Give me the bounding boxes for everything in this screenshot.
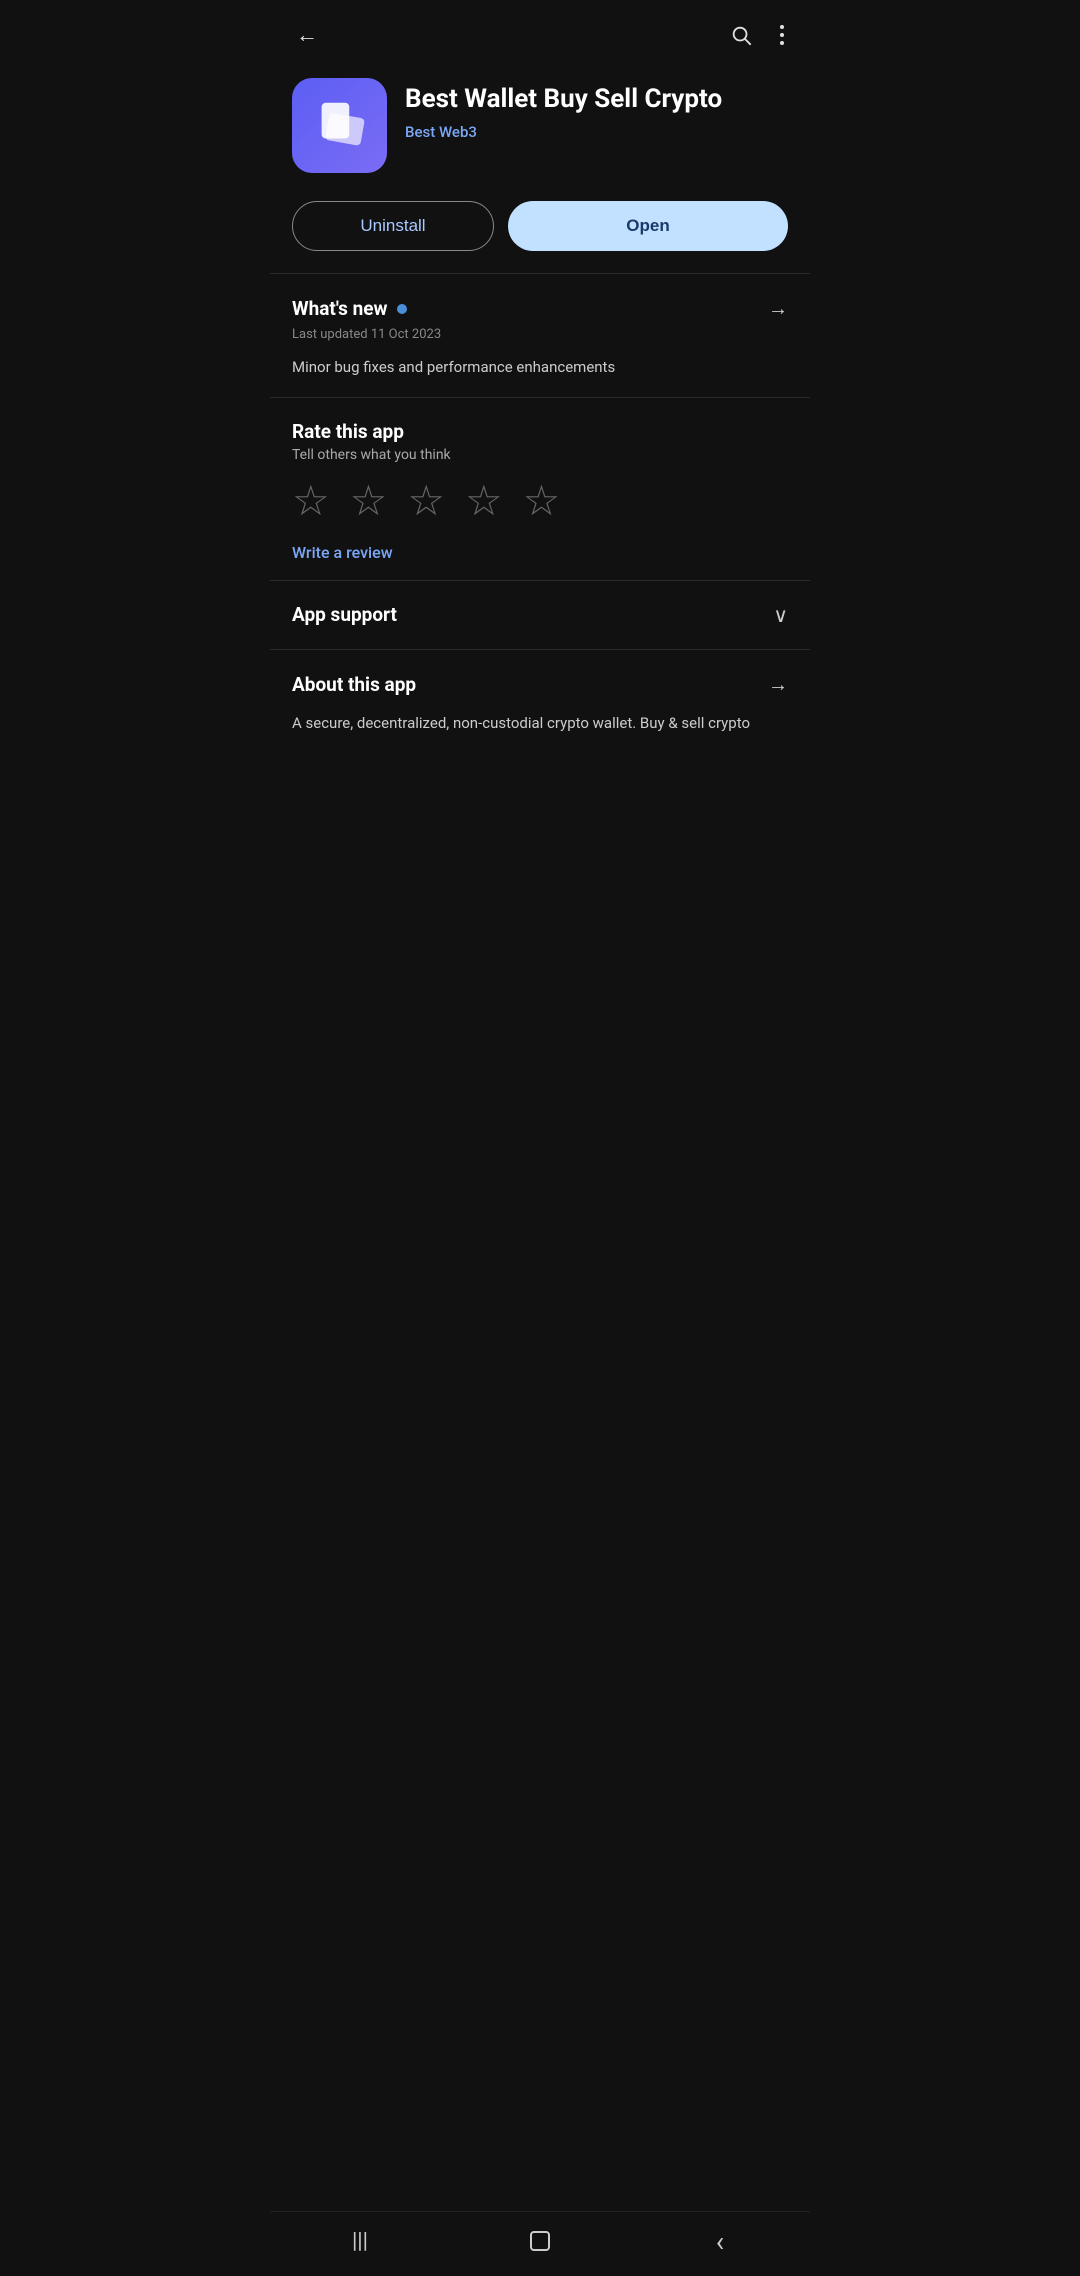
bottom-spacer (270, 745, 810, 825)
whats-new-title: What's new (292, 297, 387, 320)
about-title: About this app (292, 673, 416, 696)
whats-new-section: What's new → Last updated 11 Oct 2023 Mi… (270, 274, 810, 397)
about-header: About this app → (292, 672, 788, 697)
top-bar-left: ← (292, 18, 322, 52)
app-title: Best Wallet Buy Sell Crypto (405, 84, 722, 115)
top-bar-right (726, 20, 788, 50)
star-5[interactable]: ☆ (523, 481, 561, 523)
recent-apps-button[interactable]: ||| (335, 2226, 385, 2256)
about-section: About this app → A secure, decentralized… (270, 649, 810, 745)
search-button[interactable] (726, 20, 756, 50)
rate-section: Rate this app Tell others what you think… (270, 398, 810, 580)
star-2[interactable]: ☆ (350, 481, 388, 523)
app-support-chevron-icon: ∨ (773, 603, 788, 627)
about-body: A secure, decentralized, non-custodial c… (292, 711, 788, 735)
about-arrow-icon[interactable]: → (768, 672, 788, 697)
new-dot-indicator (397, 304, 407, 314)
home-button[interactable] (515, 2226, 565, 2256)
back-nav-button[interactable]: ‹ (695, 2226, 745, 2256)
whats-new-subtitle: Last updated 11 Oct 2023 (292, 327, 788, 342)
star-4[interactable]: ☆ (465, 481, 503, 523)
app-icon (292, 78, 387, 173)
star-3[interactable]: ☆ (407, 481, 445, 523)
more-options-button[interactable] (776, 21, 788, 49)
stars-row: ☆ ☆ ☆ ☆ ☆ (292, 481, 788, 523)
app-title-block: Best Wallet Buy Sell Crypto Best Web3 (405, 78, 722, 141)
action-buttons: Uninstall Open (270, 191, 810, 273)
app-support-section[interactable]: App support ∨ (270, 580, 810, 649)
star-1[interactable]: ☆ (292, 481, 330, 523)
rate-subtitle: Tell others what you think (292, 447, 788, 463)
app-header: Best Wallet Buy Sell Crypto Best Web3 (270, 62, 810, 191)
uninstall-button[interactable]: Uninstall (292, 201, 494, 251)
whats-new-arrow-icon[interactable]: → (768, 296, 788, 321)
top-bar: ← (270, 0, 810, 62)
whats-new-title-row: What's new (292, 297, 407, 320)
whats-new-body: Minor bug fixes and performance enhancem… (292, 356, 788, 379)
open-button[interactable]: Open (508, 201, 788, 251)
app-support-title: App support (292, 603, 397, 626)
back-button[interactable]: ← (292, 18, 322, 52)
bottom-nav: ||| ‹ (270, 2211, 810, 2276)
write-review-link[interactable]: Write a review (292, 543, 393, 562)
rate-title: Rate this app (292, 420, 788, 443)
app-developer: Best Web3 (405, 123, 722, 141)
whats-new-header: What's new → (292, 296, 788, 321)
